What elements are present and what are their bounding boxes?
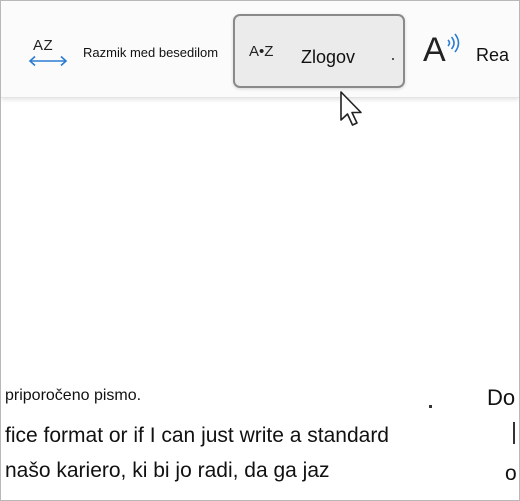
syllables-icon: A•Z xyxy=(249,43,274,60)
mouse-pointer-icon xyxy=(340,91,362,126)
syllables-label: Zlogov xyxy=(301,47,356,67)
text-caret-mark xyxy=(513,422,515,444)
document-right-column-line: o xyxy=(505,462,517,485)
document-right-column-line: Do xyxy=(487,385,516,410)
document-line: priporočeno pismo. xyxy=(5,387,142,404)
syllables-focus-dot xyxy=(392,58,394,60)
text-spacing-icon-letters: AZ xyxy=(33,37,54,54)
reading-area: priporočeno pismo. fice format or if I c… xyxy=(1,98,519,500)
speaker-sound-waves-icon xyxy=(447,33,460,53)
read-aloud-icon-letter: A xyxy=(423,31,446,69)
text-spacing-button[interactable]: AZ Razmik med besedilom xyxy=(27,37,218,71)
immersive-reader-window: AZ Razmik med besedilom A•Z Zlogov A Rea… xyxy=(0,0,520,501)
text-spacing-label: Razmik med besedilom xyxy=(83,44,219,60)
stray-mark xyxy=(429,405,432,408)
arrows-horizontal-icon xyxy=(28,55,68,67)
text-preferences-toolbar: AZ Razmik med besedilom A•Z Zlogov A Rea xyxy=(1,1,519,98)
read-aloud-label: Rea xyxy=(476,44,510,65)
document-line: našo kariero, ki bi jo radi, da ga jaz xyxy=(5,459,330,482)
read-aloud-button[interactable]: A Rea xyxy=(421,31,509,75)
text-spacing-icon: AZ xyxy=(27,37,71,71)
read-aloud-icon: A xyxy=(421,31,467,75)
syllables-button[interactable]: A•Z Zlogov xyxy=(233,14,405,88)
document-line: fice format or if I can just write a sta… xyxy=(5,424,389,447)
